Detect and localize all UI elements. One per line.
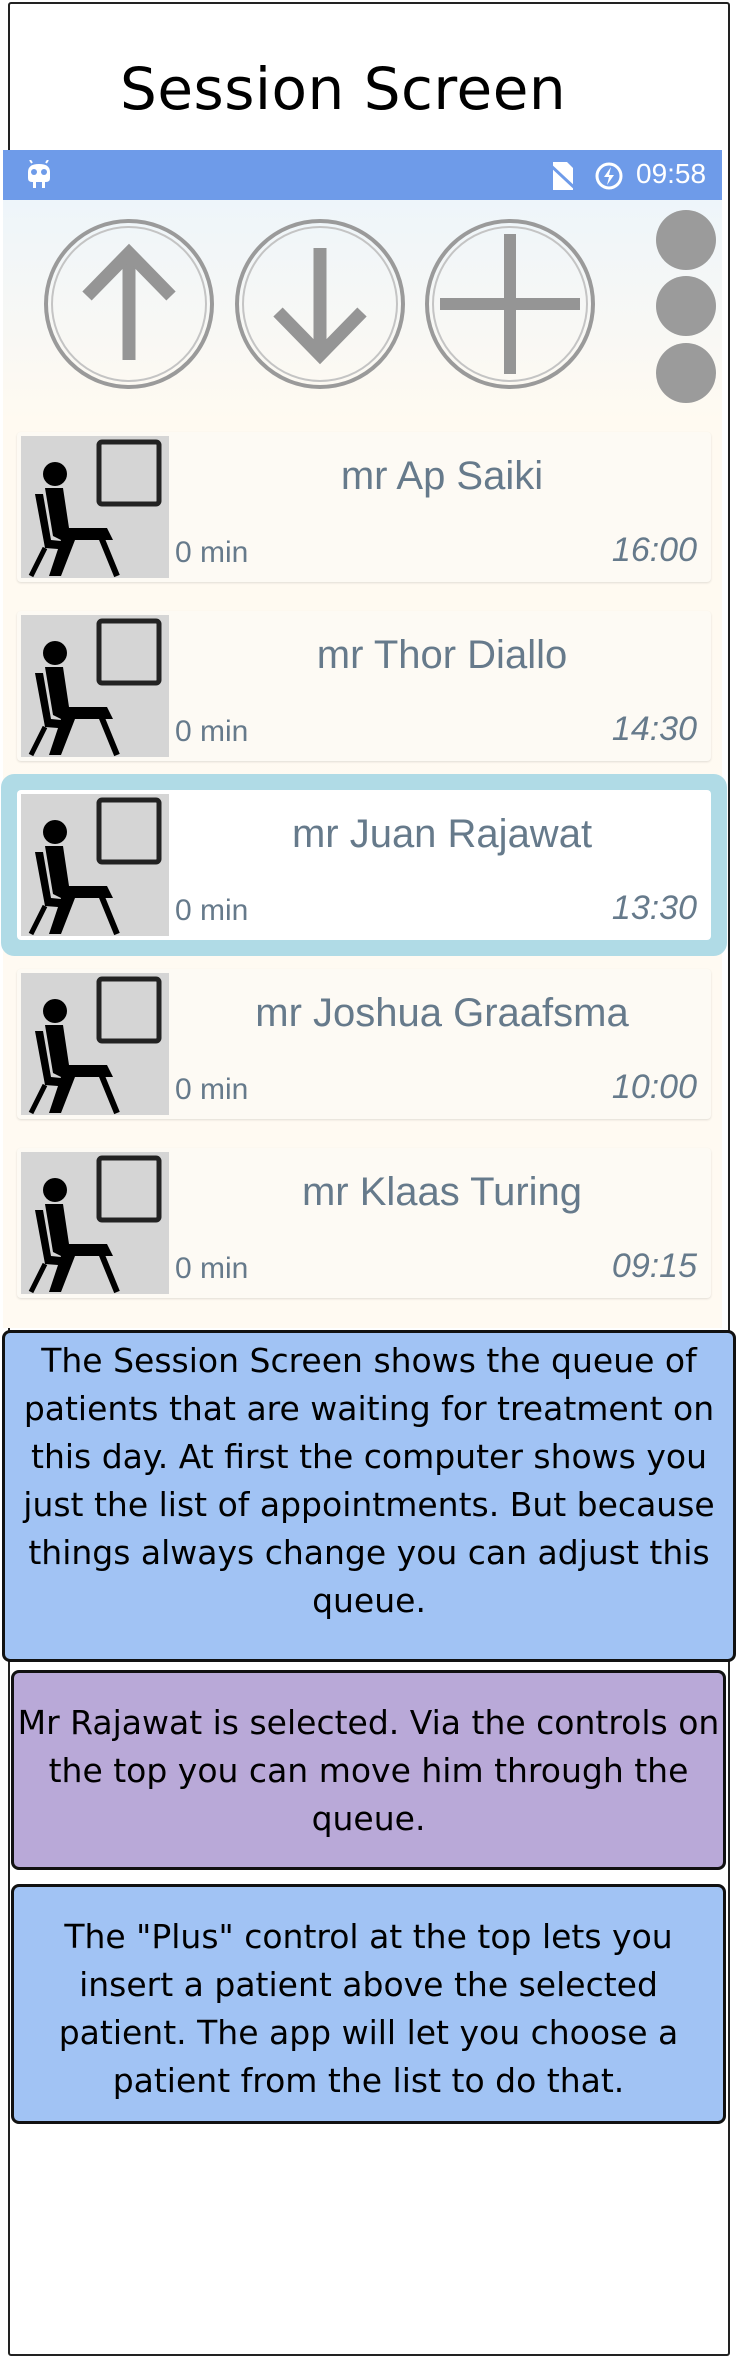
queue-item[interactable]: mr Joshua Graafsma 0 min 10:00 (17, 969, 711, 1119)
appointment-time: 16:00 (611, 531, 697, 569)
patient-waiting-icon (21, 794, 169, 936)
patient-waiting-icon (21, 1152, 169, 1294)
annotation-note: The Session Screen shows the queue of pa… (2, 1330, 736, 1662)
wait-duration: 0 min (175, 536, 249, 569)
patient-name: mr Juan Rajawat (291, 812, 593, 856)
status-clock: 09:58 (636, 158, 707, 189)
patient-name: mr Klaas Turing (301, 1170, 583, 1214)
patient-waiting-icon (21, 436, 169, 578)
queue-item[interactable]: mr Thor Diallo 0 min 14:30 (17, 611, 711, 761)
queue-item-selected[interactable]: mr Juan Rajawat 0 min 13:30 (17, 790, 711, 940)
overflow-dot (656, 276, 716, 336)
patient-name: mr Ap Saiki (340, 454, 544, 498)
wait-duration: 0 min (175, 715, 249, 748)
queue-item[interactable]: mr Ap Saiki 0 min 16:00 (17, 432, 711, 582)
move-down-button[interactable] (234, 218, 406, 390)
session-screen: mr Ap Saiki 0 min 16:00 mr Thor Diallo 0… (3, 200, 722, 1328)
appointment-time: 10:00 (611, 1068, 697, 1106)
appointment-time: 14:30 (611, 710, 697, 748)
queue-item[interactable]: mr Klaas Turing 0 min 09:15 (17, 1148, 711, 1298)
appointment-time: 09:15 (611, 1247, 697, 1285)
wait-duration: 0 min (175, 1073, 249, 1106)
patient-name: mr Joshua Graafsma (255, 991, 629, 1035)
wait-duration: 0 min (175, 1252, 249, 1285)
overflow-dot (656, 210, 716, 270)
patient-waiting-icon (21, 615, 169, 757)
overflow-dot (656, 343, 716, 403)
annotation-note: Mr Rajawat is selected. Via the controls… (11, 1670, 726, 1870)
no-sim-icon (549, 162, 577, 192)
move-up-button[interactable] (43, 218, 215, 390)
appointment-time: 13:30 (611, 889, 697, 927)
data-saver-icon (595, 162, 623, 190)
patient-name: mr Thor Diallo (316, 633, 568, 677)
android-icon (28, 160, 50, 188)
wait-duration: 0 min (175, 894, 249, 927)
add-button[interactable] (424, 218, 596, 390)
patient-waiting-icon (21, 973, 169, 1115)
page-title: Session Screen (120, 55, 567, 123)
annotation-note: The "Plus" control at the top lets you i… (11, 1884, 726, 2124)
status-bar: 09:58 (3, 150, 722, 200)
